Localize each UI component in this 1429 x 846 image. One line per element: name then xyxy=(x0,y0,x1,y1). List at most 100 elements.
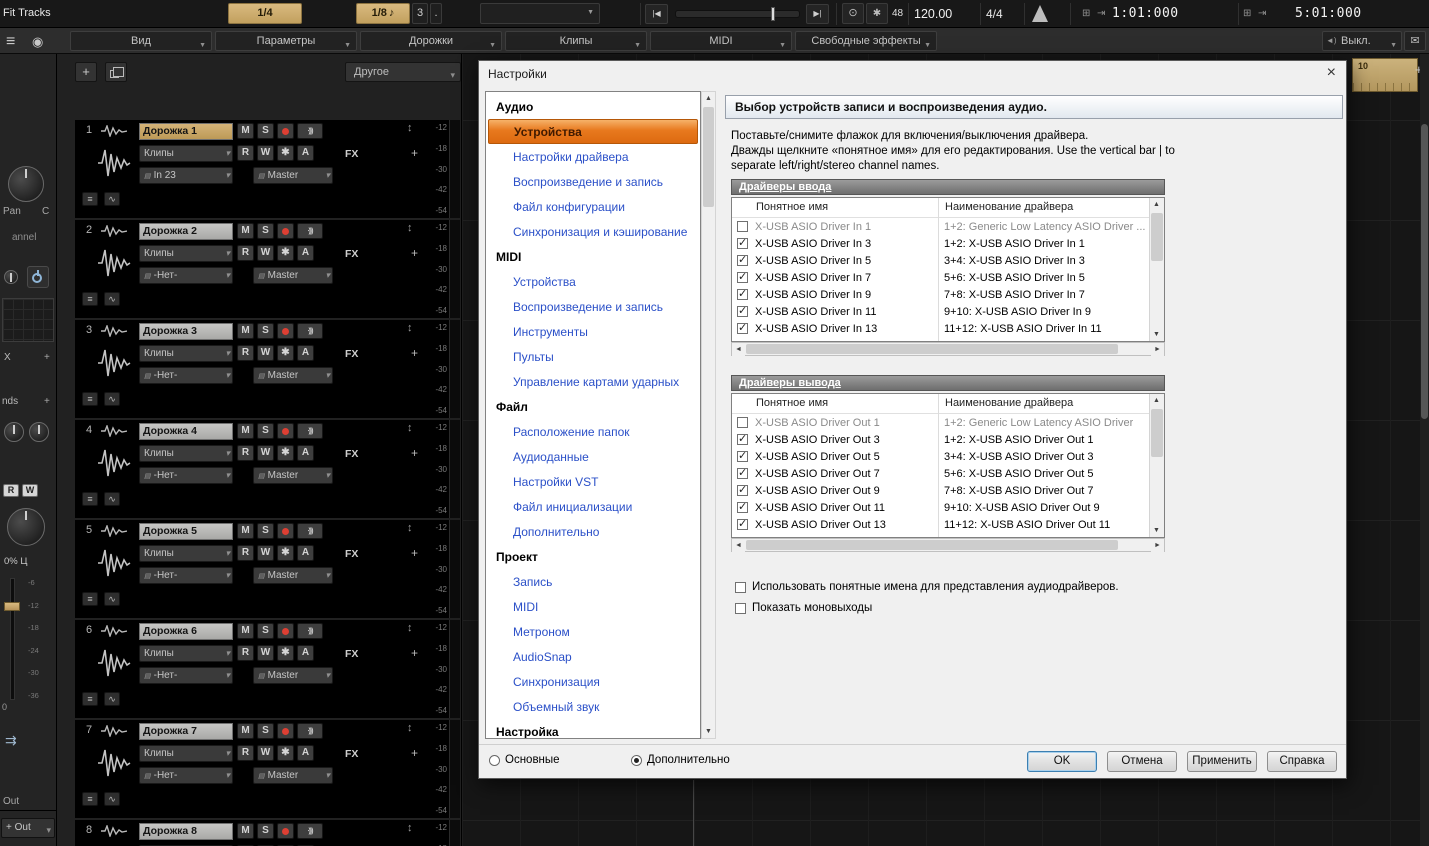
driver-row[interactable]: X-USB ASIO Driver Out 9 7+8: X-USB ASIO … xyxy=(732,482,1148,499)
solo-button[interactable]: S xyxy=(257,123,274,139)
archive-button[interactable]: A xyxy=(297,745,314,761)
output-dropdown[interactable]: Master xyxy=(253,267,333,284)
input-echo-button[interactable] xyxy=(297,123,323,139)
settings-tree-item[interactable]: Расположение папок xyxy=(486,419,700,444)
track-automation-icon[interactable] xyxy=(104,592,120,606)
mute-button[interactable]: M xyxy=(237,623,254,639)
track-row[interactable]: 8 Дорожка 8 M S Клипы R W ✱ A FX + xyxy=(75,820,460,846)
record-arm-button[interactable] xyxy=(277,823,294,839)
fx-bypass-button[interactable]: ✱ xyxy=(277,445,294,461)
input-echo-button[interactable] xyxy=(297,223,323,239)
driver-enable-checkbox[interactable] xyxy=(737,502,748,513)
track-layers-icon[interactable] xyxy=(82,792,98,806)
settings-tree-item[interactable]: Управление картами ударных xyxy=(486,369,700,394)
output-dropdown[interactable]: Master xyxy=(253,567,333,584)
driver-enable-checkbox[interactable] xyxy=(737,485,748,496)
driver-enable-checkbox[interactable] xyxy=(737,221,748,232)
solo-button[interactable]: S xyxy=(257,523,274,539)
track-resize-icon[interactable] xyxy=(407,522,413,534)
track-layers-icon[interactable] xyxy=(82,192,98,206)
settings-tree-item[interactable]: Файл инициализации xyxy=(486,494,700,519)
output-dropdown[interactable]: Master xyxy=(253,367,333,384)
track-name-field[interactable]: Дорожка 3 xyxy=(139,323,233,340)
automation-read-button[interactable]: R xyxy=(237,145,254,161)
dialog-titlebar[interactable]: Настройки xyxy=(479,61,1346,87)
automation-write-button[interactable]: W xyxy=(22,484,38,497)
settings-tree-item[interactable]: Аудиоданные xyxy=(486,444,700,469)
driver-enable-checkbox[interactable] xyxy=(737,289,748,300)
track-filter-dropdown[interactable]: Другое xyxy=(345,62,461,82)
add-send-icon[interactable]: + xyxy=(44,396,50,407)
input-echo-button[interactable] xyxy=(297,523,323,539)
checkbox-box[interactable] xyxy=(735,582,746,593)
fx-bypass-button[interactable]: ✱ xyxy=(277,645,294,661)
driver-row[interactable]: X-USB ASIO Driver In 1 1+2: Generic Low … xyxy=(732,218,1148,235)
clips-dropdown[interactable]: Клипы xyxy=(139,345,233,362)
track-name-field[interactable]: Дорожка 8 xyxy=(139,823,233,840)
menu-dropdown[interactable]: Параметры xyxy=(215,31,357,51)
fx-toggle-icon[interactable] xyxy=(866,3,888,24)
add-fx-button[interactable]: + xyxy=(411,746,418,760)
add-track-button[interactable]: + xyxy=(75,62,97,82)
radio-basic[interactable]: Основные xyxy=(489,754,560,766)
solo-button[interactable]: S xyxy=(257,823,274,839)
time-ruler-icon[interactable] xyxy=(1243,8,1251,19)
mini-knob[interactable] xyxy=(4,270,18,284)
input-dropdown[interactable]: -Нет- xyxy=(139,367,233,384)
driver-row[interactable]: X-USB ASIO Driver Out 11 9+10: X-USB ASI… xyxy=(732,499,1148,516)
driver-friendly-name[interactable]: X-USB ASIO Driver In 5 xyxy=(755,255,934,267)
mute-button[interactable]: M xyxy=(237,123,254,139)
output-dropdown[interactable]: Master xyxy=(253,467,333,484)
fx-bypass-button[interactable]: ✱ xyxy=(277,545,294,561)
track-resize-icon[interactable] xyxy=(407,822,413,834)
archive-button[interactable]: A xyxy=(297,245,314,261)
eq-display[interactable] xyxy=(2,298,54,342)
driver-row[interactable]: X-USB ASIO Driver Out 1 1+2: Generic Low… xyxy=(732,414,1148,431)
settings-tree-item[interactable]: Воспроизведение и запись xyxy=(486,169,700,194)
input-dropdown[interactable]: -Нет- xyxy=(139,467,233,484)
goto-marker-icon[interactable] xyxy=(1097,8,1105,19)
automation-read-button[interactable]: R xyxy=(237,645,254,661)
power-button[interactable] xyxy=(27,266,49,288)
track-automation-icon[interactable] xyxy=(104,692,120,706)
record-arm-button[interactable] xyxy=(277,623,294,639)
track-automation-icon[interactable] xyxy=(104,792,120,806)
driver-row[interactable]: X-USB ASIO Driver In 11 9+10: X-USB ASIO… xyxy=(732,303,1148,320)
record-arm-button[interactable] xyxy=(277,223,294,239)
driver-friendly-name[interactable]: X-USB ASIO Driver Out 5 xyxy=(755,451,934,463)
toolbar-dropdown[interactable] xyxy=(480,3,600,24)
settings-tree-item[interactable]: Настройки драйвера xyxy=(486,144,700,169)
menu-dropdown[interactable]: Вид xyxy=(70,31,212,51)
rewind-button[interactable] xyxy=(645,4,668,24)
archive-button[interactable]: A xyxy=(297,445,314,461)
metronome-icon[interactable] xyxy=(1032,5,1048,22)
track-layers-icon[interactable] xyxy=(82,692,98,706)
menu-dropdown[interactable]: Клипы xyxy=(505,31,647,51)
track-row[interactable]: 4 Дорожка 4 M S Клипы R W ✱ A FX + xyxy=(75,420,460,518)
output-dropdown[interactable]: Master xyxy=(253,667,333,684)
monitor-dropdown[interactable]: Выкл. xyxy=(1322,31,1402,51)
menu-dropdown[interactable]: MIDI xyxy=(650,31,792,51)
use-friendly-names-checkbox[interactable]: Использовать понятные имена для представ… xyxy=(735,581,1119,593)
track-resize-icon[interactable] xyxy=(407,122,413,134)
driver-row[interactable]: X-USB ASIO Driver In 7 5+6: X-USB ASIO D… xyxy=(732,269,1148,286)
settings-tree-item[interactable]: Пульты xyxy=(486,344,700,369)
track-automation-icon[interactable] xyxy=(104,192,120,206)
track-row[interactable]: 1 Дорожка 1 M S Клипы R W ✱ A FX + xyxy=(75,120,460,218)
solo-button[interactable]: S xyxy=(257,423,274,439)
scroll-left-icon[interactable] xyxy=(732,343,745,356)
track-layers-icon[interactable] xyxy=(82,292,98,306)
show-mono-outputs-checkbox[interactable]: Показать моновыходы xyxy=(735,602,872,614)
automation-write-button[interactable]: W xyxy=(257,345,274,361)
driver-enable-checkbox[interactable] xyxy=(737,434,748,445)
track-name-field[interactable]: Дорожка 6 xyxy=(139,623,233,640)
clips-dropdown[interactable]: Клипы xyxy=(139,145,233,162)
track-automation-icon[interactable] xyxy=(104,292,120,306)
driver-enable-checkbox[interactable] xyxy=(737,519,748,530)
settings-tree-item[interactable]: Настройки VST xyxy=(486,469,700,494)
driver-friendly-name[interactable]: X-USB ASIO Driver Out 7 xyxy=(755,468,934,480)
automation-read-button[interactable]: R xyxy=(237,545,254,561)
time-display-main[interactable]: 1:01:000 xyxy=(1112,6,1179,21)
add-fx-button[interactable]: + xyxy=(411,646,418,660)
output-dropdown[interactable]: Master xyxy=(253,767,333,784)
